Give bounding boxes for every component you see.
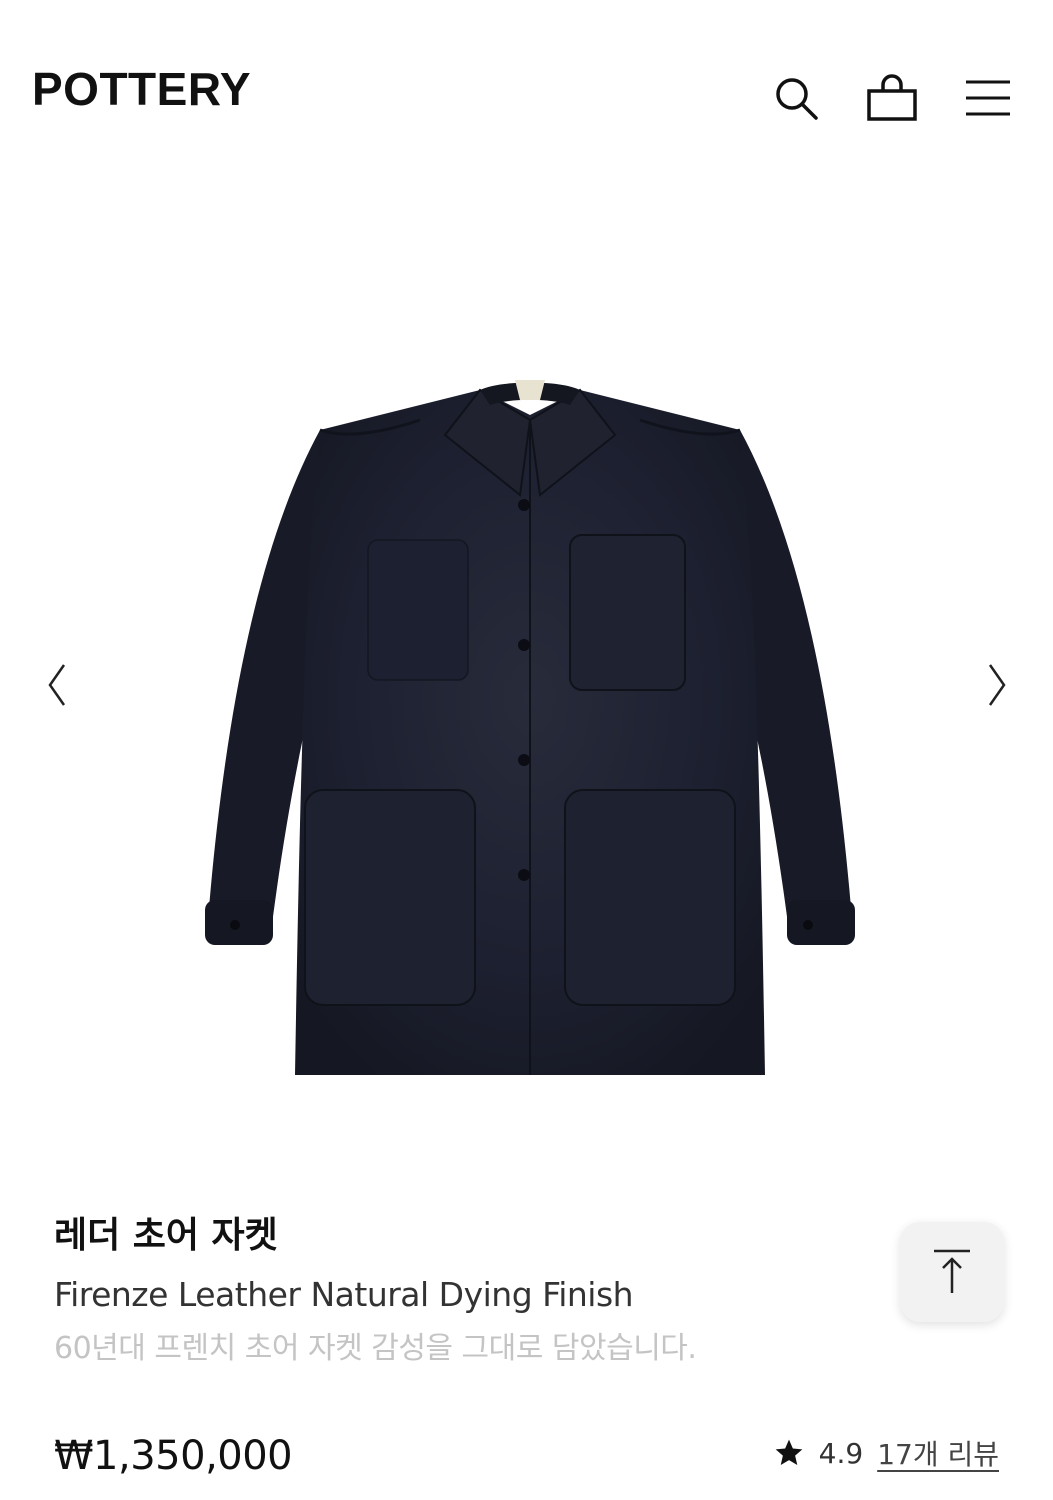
chevron-left-icon — [48, 664, 66, 706]
product-image — [205, 380, 855, 1075]
search-icon — [776, 78, 818, 120]
search-button[interactable] — [768, 70, 824, 126]
arrow-up-to-top-icon — [934, 1249, 970, 1293]
product-info: 레더 초어 자켓 Firenze Leather Natural Dying F… — [54, 1214, 884, 1367]
product-title-en: Firenze Leather Natural Dying Finish — [54, 1275, 634, 1315]
product-price: ₩1,350,000 — [54, 1433, 293, 1479]
app-header: POTTERY — [0, 0, 1053, 190]
product-rating: 4.9 17개 리뷰 — [773, 1433, 999, 1473]
chevron-right-icon — [988, 664, 1006, 706]
cart-button[interactable] — [864, 70, 920, 126]
carousel-next-button[interactable] — [972, 655, 1022, 715]
product-title-ko: 레더 초어 자켓 — [54, 1215, 278, 1256]
carousel-prev-button[interactable] — [32, 655, 82, 715]
menu-icon — [966, 80, 1010, 116]
menu-button[interactable] — [960, 70, 1016, 126]
rating-value: 4.9 — [818, 1436, 864, 1470]
product-description: 60년대 프렌치 초어 자켓 감성을 그대로 담았습니다. — [54, 1330, 697, 1366]
scroll-to-top-button[interactable] — [900, 1222, 1004, 1322]
brand-logo[interactable]: POTTERY — [32, 66, 251, 112]
shopping-bag-icon — [867, 74, 917, 121]
star-icon — [773, 1437, 805, 1469]
reviews-link[interactable]: 17개 리뷰 — [877, 1433, 999, 1473]
product-image-carousel[interactable] — [0, 190, 1053, 1180]
